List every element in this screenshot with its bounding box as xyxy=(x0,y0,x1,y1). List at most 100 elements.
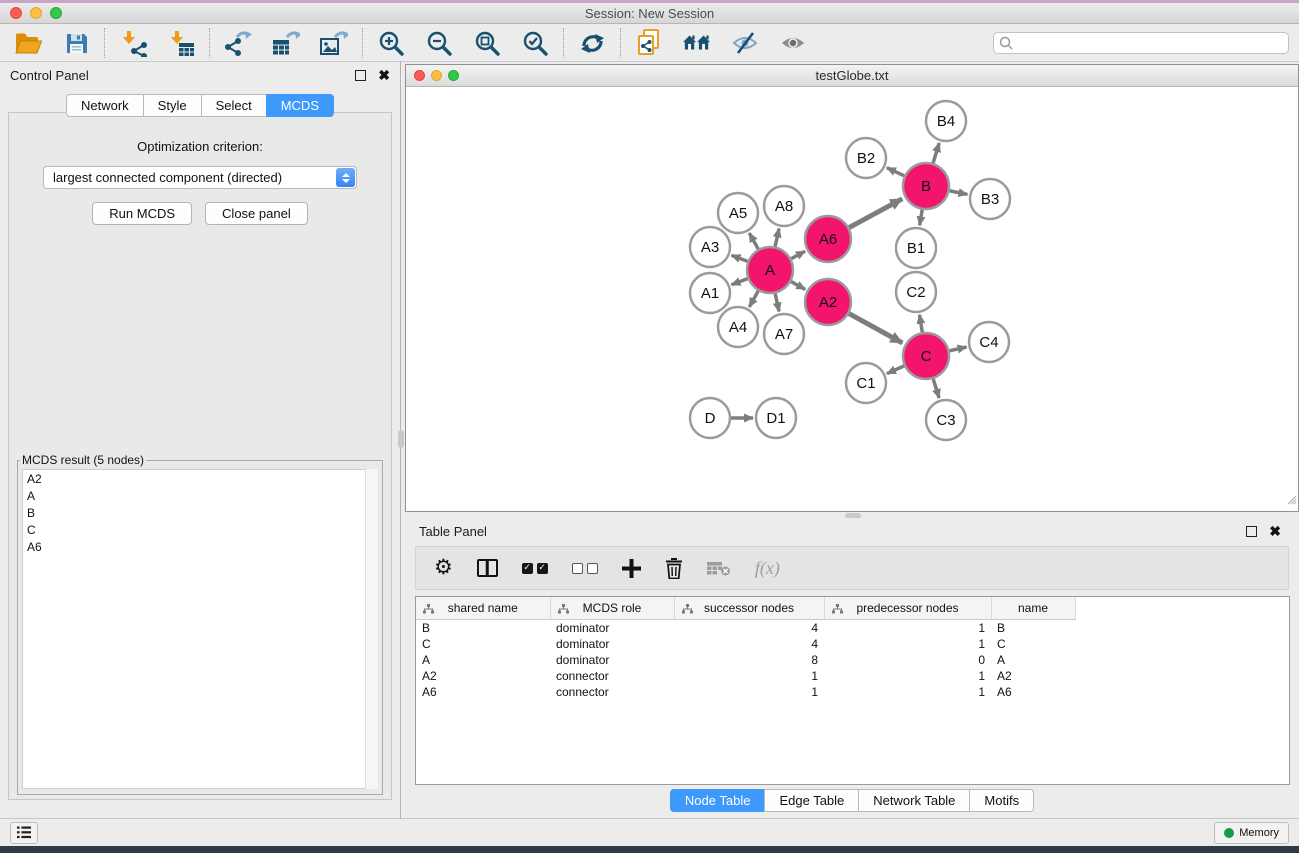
tab-network[interactable]: Network xyxy=(66,94,144,117)
mcds-result-item[interactable]: A xyxy=(23,487,377,504)
mcds-result-item[interactable]: C xyxy=(23,521,377,538)
graph-node-C4[interactable]: C4 xyxy=(969,322,1009,362)
graph-node-C2[interactable]: C2 xyxy=(896,272,936,312)
table-cell[interactable]: A6 xyxy=(991,684,1075,700)
open-session-icon[interactable] xyxy=(14,29,42,57)
close-panel-button[interactable]: Close panel xyxy=(205,202,308,225)
graph-edge-A6-B[interactable] xyxy=(849,199,902,228)
tab-network-table[interactable]: Network Table xyxy=(858,789,970,812)
export-network-icon[interactable] xyxy=(224,29,252,57)
table-cell[interactable]: C xyxy=(416,636,550,652)
graph-node-A1[interactable]: A1 xyxy=(690,273,730,313)
close-table-panel-icon[interactable]: ✖ xyxy=(1269,526,1281,537)
unselect-all-columns-icon[interactable] xyxy=(572,563,598,574)
table-cell[interactable]: B xyxy=(991,619,1075,636)
graph-node-B1[interactable]: B1 xyxy=(896,228,936,268)
graph-node-C3[interactable]: C3 xyxy=(926,400,966,440)
graph-node-B[interactable]: B xyxy=(903,163,949,209)
table-row[interactable]: Cdominator41C xyxy=(416,636,1075,652)
table-cell[interactable]: 4 xyxy=(674,619,824,636)
table-options-icon[interactable]: ⚙ xyxy=(434,558,453,578)
tab-style[interactable]: Style xyxy=(143,94,202,117)
result-list-scrollbar[interactable] xyxy=(365,469,378,789)
tab-edge-table[interactable]: Edge Table xyxy=(764,789,859,812)
table-cell[interactable]: dominator xyxy=(550,636,674,652)
import-network-icon[interactable] xyxy=(119,29,147,57)
table-cell[interactable]: dominator xyxy=(550,619,674,636)
graph-node-A8[interactable]: A8 xyxy=(764,186,804,226)
memory-button[interactable]: Memory xyxy=(1214,822,1289,844)
graph-node-A2[interactable]: A2 xyxy=(805,279,851,325)
network-overview-icon[interactable] xyxy=(683,29,711,57)
table-cell[interactable]: C xyxy=(991,636,1075,652)
tab-select[interactable]: Select xyxy=(201,94,267,117)
save-session-icon[interactable] xyxy=(62,29,90,57)
criterion-dropdown[interactable]: largest connected component (directed) xyxy=(43,166,357,189)
table-cell[interactable]: 4 xyxy=(674,636,824,652)
graph-node-B3[interactable]: B3 xyxy=(970,179,1010,219)
zoom-selected-icon[interactable] xyxy=(521,29,549,57)
apply-layout-icon[interactable] xyxy=(578,29,606,57)
network-graph[interactable]: B4B2BB3A8A5A6A3B1AA1C2A2A4A7C4CC1C3DD1 xyxy=(406,88,1298,512)
table-cell[interactable]: A2 xyxy=(991,668,1075,684)
table-cell[interactable]: 0 xyxy=(824,652,991,668)
table-cell[interactable]: 1 xyxy=(824,668,991,684)
column-header-name[interactable]: name xyxy=(991,597,1075,619)
graph-node-A4[interactable]: A4 xyxy=(718,307,758,347)
table-cell[interactable]: 8 xyxy=(674,652,824,668)
export-table-icon[interactable] xyxy=(272,29,300,57)
graph-node-A3[interactable]: A3 xyxy=(690,227,730,267)
create-column-icon[interactable] xyxy=(622,559,641,578)
table-cell[interactable]: 1 xyxy=(674,668,824,684)
table-cell[interactable]: A xyxy=(991,652,1075,668)
column-header-successor-nodes[interactable]: successor nodes xyxy=(674,597,824,619)
graph-edge-B-B1[interactable] xyxy=(920,210,923,226)
graph-node-D1[interactable]: D1 xyxy=(756,398,796,438)
network-canvas[interactable]: B4B2BB3A8A5A6A3B1AA1C2A2A4A7C4CC1C3DD1 xyxy=(406,88,1298,511)
graph-edge-A-A2[interactable] xyxy=(791,282,805,290)
table-cell[interactable]: dominator xyxy=(550,652,674,668)
table-cell[interactable]: A2 xyxy=(416,668,550,684)
table-row[interactable]: A2connector11A2 xyxy=(416,668,1075,684)
resize-grip-icon[interactable] xyxy=(1285,492,1297,510)
zoom-fit-icon[interactable] xyxy=(473,29,501,57)
tab-node-table[interactable]: Node Table xyxy=(670,789,766,812)
mcds-result-item[interactable]: A6 xyxy=(23,538,377,555)
show-columns-icon[interactable] xyxy=(477,559,498,577)
run-mcds-button[interactable]: Run MCDS xyxy=(92,202,192,225)
graph-node-B4[interactable]: B4 xyxy=(926,101,966,141)
table-row[interactable]: Bdominator41B xyxy=(416,619,1075,636)
table-cell[interactable]: A6 xyxy=(416,684,550,700)
delete-table-icon[interactable] xyxy=(707,561,731,576)
delete-columns-icon[interactable] xyxy=(665,558,683,579)
graph-edge-B-B4[interactable] xyxy=(933,143,939,163)
graph-edge-B-B3[interactable] xyxy=(950,191,968,195)
close-panel-icon[interactable]: ✖ xyxy=(378,70,390,81)
hide-graphics-details-icon[interactable] xyxy=(731,29,759,57)
graph-edge-C-C4[interactable] xyxy=(949,347,966,351)
mcds-result-item[interactable]: A2 xyxy=(23,470,377,487)
vertical-splitter-handle[interactable] xyxy=(398,430,404,448)
graph-node-A5[interactable]: A5 xyxy=(718,193,758,233)
graph-node-A[interactable]: A xyxy=(747,247,793,293)
tab-mcds[interactable]: MCDS xyxy=(266,94,334,117)
float-panel-icon[interactable] xyxy=(355,70,366,81)
show-tasks-button[interactable] xyxy=(10,822,38,844)
graph-node-A6[interactable]: A6 xyxy=(805,216,851,262)
table-cell[interactable]: 1 xyxy=(824,636,991,652)
graph-node-D[interactable]: D xyxy=(690,398,730,438)
tab-motifs[interactable]: Motifs xyxy=(969,789,1034,812)
node-table-grid[interactable]: shared nameMCDS rolesuccessor nodesprede… xyxy=(416,597,1076,700)
graph-node-B2[interactable]: B2 xyxy=(846,138,886,178)
table-row[interactable]: Adominator80A xyxy=(416,652,1075,668)
graph-edge-A-A1[interactable] xyxy=(731,279,747,285)
table-cell[interactable]: A xyxy=(416,652,550,668)
float-table-panel-icon[interactable] xyxy=(1246,526,1257,537)
import-table-icon[interactable] xyxy=(167,29,195,57)
graph-edge-A-A5[interactable] xyxy=(749,233,758,249)
export-image-icon[interactable] xyxy=(320,29,348,57)
graph-edge-C-C1[interactable] xyxy=(887,366,904,374)
graph-edge-A-A7[interactable] xyxy=(775,293,779,311)
graph-edge-A-A8[interactable] xyxy=(775,228,779,246)
graph-edge-A-A6[interactable] xyxy=(791,251,805,258)
